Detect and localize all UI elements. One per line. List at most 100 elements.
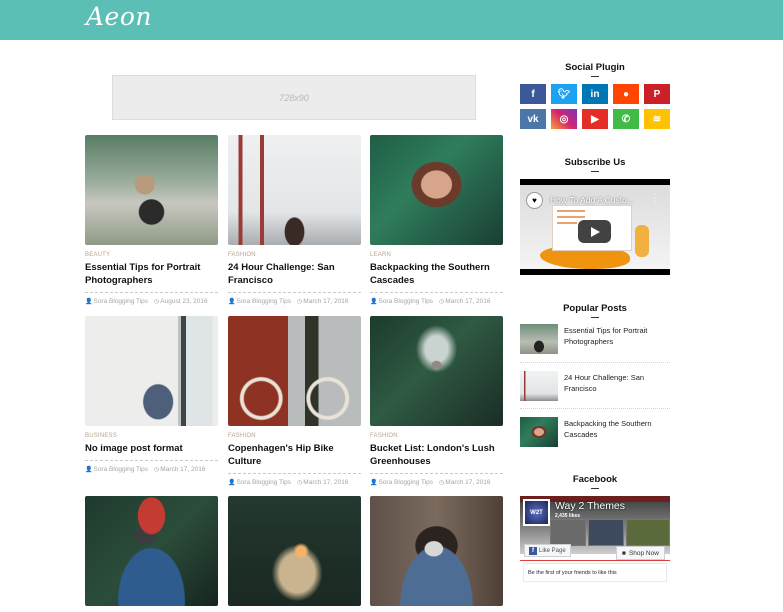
clock-icon: ◷ [154, 467, 160, 473]
popular-post-title[interactable]: Essential Tips for Portrait Photographer… [564, 325, 668, 347]
instagram-button[interactable]: ◎ [551, 109, 577, 129]
post-thumbnail[interactable] [228, 135, 361, 245]
post-card: Business No image post format 👤Sora Blog… [85, 316, 218, 473]
post-thumbnail[interactable] [370, 135, 503, 245]
post-thumbnail[interactable] [228, 496, 361, 606]
post-card: Fashion Copenhagen's Hip Bike Culture 👤S… [228, 316, 361, 486]
divider [520, 362, 670, 363]
youtube-video-embed[interactable]: ♥ How To Add A Custo... ⋮ [520, 179, 670, 275]
site-logo[interactable]: Aeon [86, 2, 152, 31]
clock-icon: ◷ [154, 299, 160, 305]
social-plugin-title: Social Plugin [520, 62, 670, 77]
popular-post-title[interactable]: 24 Hour Challenge: San Francisco [564, 372, 668, 394]
post-card: Fashion 24 Hour Challenge: San Francisco… [228, 135, 361, 305]
post-category[interactable]: Fashion [228, 433, 361, 440]
play-button-icon[interactable] [578, 220, 611, 243]
linkedin-icon: in [590, 88, 600, 100]
post-card [370, 496, 503, 606]
more-options-icon[interactable]: ⋮ [650, 193, 660, 204]
user-icon: 👤 [85, 467, 93, 473]
post-author[interactable]: Sora Blogging Tips [236, 479, 291, 486]
linkedin-button[interactable]: in [582, 84, 608, 104]
post-category[interactable]: Business [85, 433, 218, 440]
post-date: August 23, 2016 [160, 298, 208, 305]
post-author[interactable]: Sora Blogging Tips [378, 479, 433, 486]
channel-avatar-icon[interactable]: ♥ [526, 192, 543, 209]
clock-icon: ◷ [297, 299, 303, 305]
shop-now-label: Shop Now [628, 549, 659, 557]
post-date: March 17, 2016 [445, 479, 491, 486]
rss-icon: ≋ [652, 113, 662, 125]
post-title[interactable]: 24 Hour Challenge: San Francisco [228, 261, 361, 287]
post-category[interactable]: Fashion [370, 433, 503, 440]
rss-button[interactable]: ≋ [644, 109, 670, 129]
post-thumbnail[interactable] [228, 316, 361, 426]
clock-icon: ◷ [297, 480, 303, 486]
whatsapp-icon: ✆ [621, 113, 631, 125]
twitter-button[interactable]: 🐦︎ [551, 84, 577, 104]
popular-post-item[interactable]: 24 Hour Challenge: San Francisco [520, 371, 670, 407]
facebook-button[interactable]: f [520, 84, 546, 104]
post-date: March 17, 2016 [160, 466, 206, 473]
popular-post-thumbnail[interactable] [520, 371, 558, 401]
twitter-icon: 🐦︎ [557, 88, 571, 100]
post-card: Learn Backpacking the Southern Cascades … [370, 135, 503, 305]
post-category[interactable]: Learn [370, 252, 503, 259]
popular-post-title[interactable]: Backpacking the Southern Cascades [564, 418, 668, 440]
facebook-page-avatar[interactable]: W2T [523, 499, 550, 526]
post-thumbnail[interactable] [370, 316, 503, 426]
post-author[interactable]: Sora Blogging Tips [236, 298, 291, 305]
reddit-button[interactable]: ● [613, 84, 639, 104]
pinterest-icon: P [653, 88, 661, 100]
post-title[interactable]: No image post format [85, 442, 218, 455]
post-meta: 👤Sora Blogging Tips ◷March 17, 2016 [228, 298, 361, 305]
post-category[interactable]: Beauty [85, 252, 218, 259]
post-date: March 17, 2016 [445, 298, 491, 305]
post-meta: 👤Sora Blogging Tips ◷March 17, 2016 [228, 479, 361, 486]
ad-banner[interactable]: 728x90 [112, 75, 476, 120]
divider [85, 292, 218, 293]
post-card [85, 496, 218, 606]
cover-tile [588, 519, 624, 546]
vk-button[interactable]: vk [520, 109, 546, 129]
post-title[interactable]: Essential Tips for Portrait Photographer… [85, 261, 218, 287]
popular-post-item[interactable]: Essential Tips for Portrait Photographer… [520, 324, 670, 360]
post-author[interactable]: Sora Blogging Tips [378, 298, 433, 305]
divider [520, 408, 670, 409]
like-page-button[interactable]: f Like Page [524, 544, 571, 557]
video-title[interactable]: How To Add A Custo... [550, 195, 634, 205]
divider [520, 560, 670, 561]
post-thumbnail[interactable] [370, 496, 503, 606]
clock-icon: ◷ [439, 299, 445, 305]
pinterest-button[interactable]: P [644, 84, 670, 104]
facebook-page-name[interactable]: Way 2 Themes [555, 500, 625, 512]
post-author[interactable]: Sora Blogging Tips [93, 298, 148, 305]
post-meta: 👤Sora Blogging Tips ◷March 17, 2016 [370, 298, 503, 305]
post-category[interactable]: Fashion [228, 252, 361, 259]
shop-now-button[interactable]: ■ Shop Now [616, 546, 665, 560]
vk-icon: vk [527, 113, 539, 125]
clock-icon: ◷ [439, 480, 445, 486]
post-title[interactable]: Copenhagen's Hip Bike Culture [228, 442, 361, 468]
youtube-button[interactable]: ▶ [582, 109, 608, 129]
popular-post-thumbnail[interactable] [520, 417, 558, 447]
divider [228, 473, 361, 474]
friends-like-text: Be the first of your friends to like thi… [523, 563, 667, 582]
post-title[interactable]: Bucket List: London's Lush Greenhouses [370, 442, 503, 468]
post-meta: 👤Sora Blogging Tips ◷March 17, 2016 [370, 479, 503, 486]
divider [85, 460, 218, 461]
post-thumbnail[interactable] [85, 135, 218, 245]
popular-post-item[interactable]: Backpacking the Southern Cascades [520, 417, 670, 453]
post-thumbnail[interactable] [85, 496, 218, 606]
post-author[interactable]: Sora Blogging Tips [93, 466, 148, 473]
cover-tile [626, 519, 670, 546]
facebook-icon: f [529, 546, 537, 555]
user-icon: 👤 [370, 480, 378, 486]
facebook-icon: f [531, 88, 535, 100]
post-title[interactable]: Backpacking the Southern Cascades [370, 261, 503, 287]
post-date: March 17, 2016 [303, 479, 349, 486]
post-thumbnail[interactable] [85, 316, 218, 426]
popular-post-thumbnail[interactable] [520, 324, 558, 354]
whatsapp-button[interactable]: ✆ [613, 109, 639, 129]
divider [370, 473, 503, 474]
